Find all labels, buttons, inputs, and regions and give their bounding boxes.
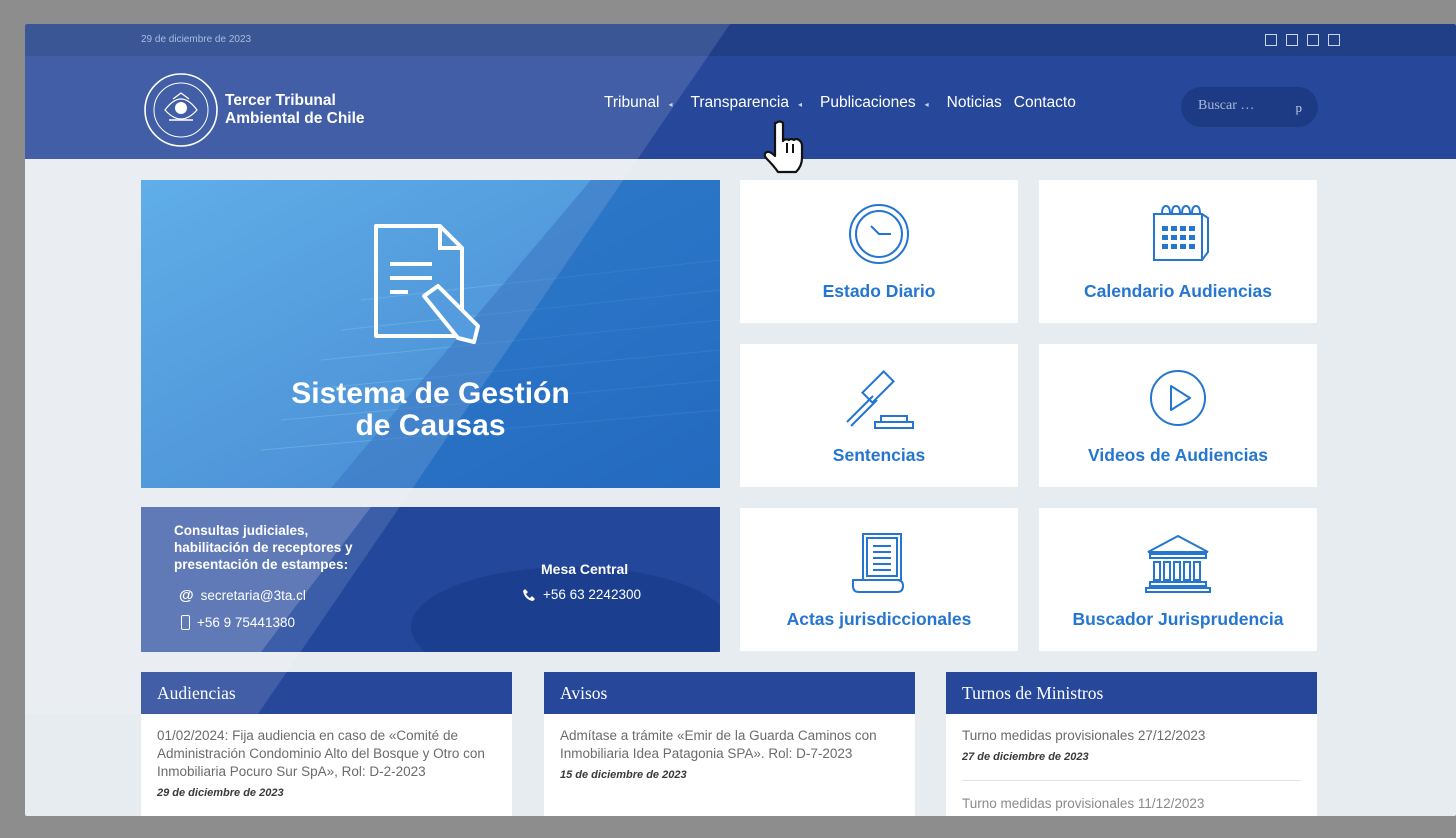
turnos-post-link[interactable]: Turno medidas provisionales 27/12/2023 bbox=[962, 727, 1301, 745]
tribunal-seal-icon bbox=[144, 73, 218, 147]
play-icon bbox=[1150, 370, 1206, 426]
site-name-line1: Tercer Tribunal bbox=[225, 92, 336, 109]
audiencias-column: Audiencias 01/02/2024: Fija audiencia en… bbox=[141, 672, 512, 816]
banner-title: Sistema de Gestión de Causas bbox=[291, 377, 570, 442]
chevron-icon: ◂ bbox=[668, 100, 673, 109]
tile-calendario-audiencias[interactable]: Calendario Audiencias bbox=[1039, 180, 1317, 323]
phone-icon bbox=[523, 588, 535, 601]
search-icon[interactable]: p bbox=[1296, 100, 1303, 116]
social-icon[interactable] bbox=[1307, 34, 1319, 46]
site-logo[interactable]: Tercer Tribunal Ambiental de Chile bbox=[143, 72, 365, 148]
nav-item-transparencia[interactable]: Transparencia ◂ bbox=[690, 94, 820, 112]
browser-viewport: 29 de diciembre de 2023 Tercer Tribunal … bbox=[25, 24, 1456, 816]
tile-actas-jurisdiccionales[interactable]: Actas jurisdiccionales bbox=[740, 508, 1018, 651]
avisos-post-date: 15 de diciembre de 2023 bbox=[560, 769, 687, 781]
turnos-post-date: 27 de diciembre de 2023 bbox=[962, 751, 1089, 763]
contact-label: Consultas judiciales, habilitación de re… bbox=[174, 523, 353, 572]
tile-label: Actas jurisdiccionales bbox=[786, 609, 972, 629]
calendar-icon bbox=[1153, 204, 1209, 261]
tile-sentencias[interactable]: Sentencias bbox=[740, 344, 1018, 487]
email-row[interactable]: @ secretaria@3ta.cl bbox=[179, 587, 306, 604]
tile-label: Calendario Audiencias bbox=[1083, 281, 1272, 301]
mobile-row[interactable]: +56 9 75441380 bbox=[181, 615, 295, 630]
avisos-post-link[interactable]: Admítase a trámite «Emir de la Guarda Ca… bbox=[560, 727, 899, 763]
mesa-central-label: Mesa Central bbox=[541, 561, 629, 577]
tile-label: Videos de Audiencias bbox=[1088, 445, 1268, 465]
mobile-phone-icon bbox=[181, 615, 190, 630]
document-edit-icon bbox=[374, 224, 480, 344]
avisos-heading: Avisos bbox=[544, 672, 915, 714]
search-box: p bbox=[1181, 87, 1318, 127]
tile-label: Estado Diario bbox=[822, 281, 936, 301]
contact-panel: Consultas judiciales, habilitación de re… bbox=[141, 507, 720, 652]
tile-label: Sentencias bbox=[832, 445, 926, 465]
current-date: 29 de diciembre de 2023 bbox=[141, 34, 252, 45]
hand-cursor-icon bbox=[763, 120, 804, 174]
social-links bbox=[1265, 34, 1340, 46]
chevron-icon: ◂ bbox=[797, 100, 802, 109]
at-icon: @ bbox=[179, 587, 194, 604]
social-icon[interactable] bbox=[1286, 34, 1298, 46]
social-icon[interactable] bbox=[1328, 34, 1340, 46]
contact-mobile[interactable]: +56 9 75441380 bbox=[197, 615, 295, 630]
contact-email[interactable]: secretaria@3ta.cl bbox=[201, 588, 306, 603]
avisos-column: Avisos Admítase a trámite «Emir de la Gu… bbox=[544, 672, 915, 816]
clock-icon bbox=[849, 204, 909, 264]
social-icon[interactable] bbox=[1265, 34, 1277, 46]
main-nav: Tribunal ◂ Transparencia ◂ Publicaciones ◂ … bbox=[604, 94, 1088, 112]
courthouse-icon bbox=[1145, 534, 1211, 593]
mesa-central-row[interactable]: +56 63 2242300 bbox=[522, 587, 641, 602]
site-header: Tercer Tribunal Ambiental de Chile Tribu… bbox=[25, 56, 1456, 159]
mesa-central-phone[interactable]: +56 63 2242300 bbox=[543, 587, 641, 602]
audiencias-heading: Audiencias bbox=[141, 672, 512, 714]
case-management-banner[interactable]: Sistema de Gestión de Causas bbox=[141, 180, 720, 488]
gavel-icon bbox=[846, 370, 914, 429]
tile-buscador-jurisprudencia[interactable]: Buscador Jurisprudencia bbox=[1039, 508, 1317, 651]
site-name-line2: Ambiental de Chile bbox=[225, 110, 365, 127]
turnos-post2-link[interactable]: Turno medidas provisionales 11/12/2023 bbox=[962, 796, 1301, 811]
tile-label: Buscador Jurisprudencia bbox=[1072, 609, 1284, 629]
scroll-document-icon bbox=[852, 533, 905, 593]
turnos-column: Turnos de Ministros Turno medidas provis… bbox=[946, 672, 1317, 816]
nav-item-tribunal[interactable]: Tribunal ◂ bbox=[604, 94, 690, 112]
search-input[interactable] bbox=[1198, 98, 1288, 114]
chevron-icon: ◂ bbox=[924, 100, 929, 109]
top-bar: 29 de diciembre de 2023 bbox=[25, 24, 1456, 56]
tile-estado-diario[interactable]: Estado Diario bbox=[740, 180, 1018, 323]
audiencias-post-date: 29 de diciembre de 2023 bbox=[157, 787, 284, 799]
nav-item-contacto[interactable]: Contacto bbox=[1014, 94, 1076, 112]
nav-item-noticias[interactable]: Noticias bbox=[947, 94, 1002, 112]
divider bbox=[962, 780, 1301, 781]
audiencias-post-link[interactable]: 01/02/2024: Fija audiencia en caso de «C… bbox=[157, 727, 496, 781]
nav-item-publicaciones[interactable]: Publicaciones ◂ bbox=[820, 94, 947, 112]
tile-videos-audiencias[interactable]: Videos de Audiencias bbox=[1039, 344, 1317, 487]
turnos-heading: Turnos de Ministros bbox=[946, 672, 1317, 714]
